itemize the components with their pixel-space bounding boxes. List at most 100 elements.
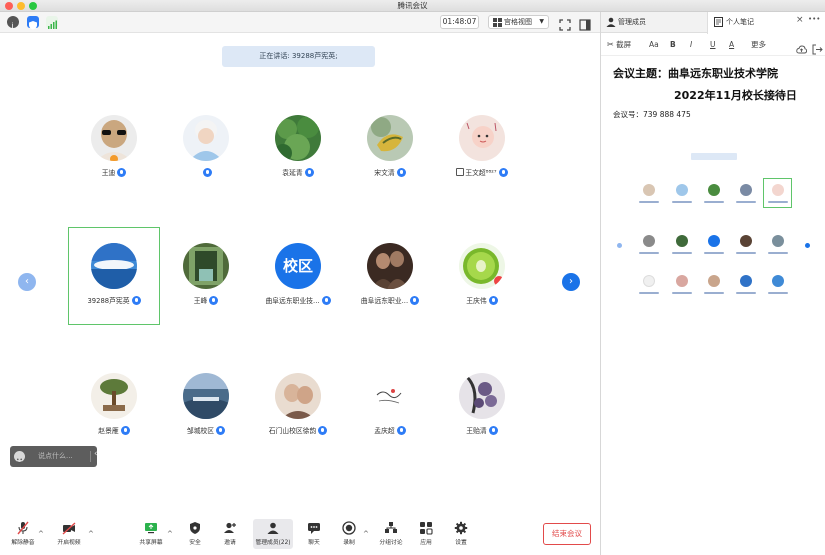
close-icon[interactable]: ×	[796, 15, 804, 25]
italic-button[interactable]: I	[690, 40, 692, 50]
chat-icon	[308, 523, 320, 534]
mic-icon	[117, 168, 127, 177]
tab-manage-members[interactable]: 管理成员	[601, 12, 707, 33]
tab-personal-notes[interactable]: 个人笔记 × •••	[707, 12, 825, 34]
info-icon[interactable]: i	[7, 16, 19, 31]
participant-tile[interactable]: 曲阜远东职业...	[344, 243, 436, 317]
signal-icon[interactable]	[46, 16, 58, 29]
mic-icon	[410, 296, 420, 305]
title-bar: 腾讯会议	[0, 0, 825, 12]
mini-avatar	[772, 184, 784, 196]
fullscreen-icon[interactable]	[559, 16, 571, 31]
mini-next-dot	[805, 243, 810, 248]
manage-members-button[interactable]: 管理成员(22)	[253, 516, 293, 552]
mini-label	[704, 201, 724, 203]
more-format-button[interactable]: 更多	[751, 40, 766, 50]
quick-chat-box[interactable]: 说点什么... ‹	[10, 446, 98, 467]
participant-tile[interactable]	[160, 115, 252, 189]
emoji-icon[interactable]	[14, 451, 25, 463]
participant-tile[interactable]: 袁延青	[252, 115, 344, 189]
participant-tile[interactable]: 宋文清	[344, 115, 436, 189]
participant-avatar	[459, 115, 505, 161]
participant-tile[interactable]: 石门山校区徐韵	[252, 373, 344, 447]
participant-tile[interactable]: 王文超⁸⁸²⁷	[436, 115, 528, 189]
end-meeting-button[interactable]: 结束会议	[543, 523, 591, 545]
invite-button[interactable]: 邀请	[210, 516, 250, 552]
mini-label	[639, 201, 659, 203]
mic-options-chevron-icon[interactable]: ^	[38, 530, 44, 538]
share-screen-button[interactable]: 共享屏幕	[131, 516, 171, 552]
underline-button[interactable]: U	[710, 40, 716, 50]
participant-name: 宋文清	[374, 169, 395, 177]
mini-label	[639, 252, 659, 254]
participant-tile[interactable]: 赵景雁	[68, 373, 160, 447]
mini-avatar	[676, 275, 688, 287]
meeting-top-bar: i 01:48:07 宫格视图 ▼	[0, 12, 600, 33]
participant-name: 王庆伟	[466, 297, 487, 305]
participant-tile[interactable]: 39288芦宪英	[68, 243, 160, 317]
share-options-chevron-icon[interactable]: ^	[167, 530, 173, 538]
cloud-upload-icon[interactable]	[796, 40, 807, 54]
mini-avatar	[643, 235, 655, 247]
view-mode-label: 宫格视图	[504, 18, 532, 26]
divider	[90, 451, 91, 462]
participant-tile[interactable]: 王庆伟	[436, 243, 528, 317]
participant-name: 王文超⁸⁸²⁷	[465, 169, 497, 177]
mic-icon	[498, 168, 508, 177]
participant-tile[interactable]: 王贻清	[436, 373, 528, 447]
more-icon[interactable]: •••	[808, 15, 820, 23]
participant-name: 39288芦宪英	[87, 297, 130, 305]
participant-avatar	[459, 243, 505, 289]
participant-avatar	[183, 115, 229, 161]
settings-button[interactable]: 设置	[441, 516, 481, 552]
note-screenshot-image	[613, 145, 813, 305]
screenshot-button[interactable]: ✂ 截屏	[607, 40, 631, 50]
mic-icon	[318, 426, 328, 435]
mini-avatar	[708, 235, 720, 247]
export-icon[interactable]	[812, 40, 823, 55]
record-icon	[342, 521, 356, 535]
mini-avatar	[643, 184, 655, 196]
participant-tile[interactable]: 王迪	[68, 115, 160, 189]
shield-icon[interactable]	[27, 16, 39, 30]
mini-avatar	[676, 235, 688, 247]
previous-page-button[interactable]: ‹	[18, 273, 36, 291]
next-page-button[interactable]: ›	[562, 273, 580, 291]
participant-name: 王峰	[193, 297, 208, 305]
participant-tile[interactable]: 校区 曲阜远东职业技...	[252, 243, 344, 317]
text-color-button[interactable]: A	[729, 40, 734, 50]
participant-name: 赵景雁	[98, 427, 119, 435]
mini-avatar	[772, 275, 784, 287]
scissors-icon: ✂	[607, 40, 614, 49]
mini-speaking-banner	[691, 153, 737, 160]
mini-avatar	[772, 235, 784, 247]
active-speaker-banner: 正在讲话: 39288芦宪英;	[222, 46, 375, 67]
font-size-button[interactable]: Aa	[649, 40, 659, 50]
mic-icon	[131, 296, 141, 305]
participant-tile[interactable]: 孟庆超	[344, 373, 436, 447]
share-screen-icon	[145, 523, 157, 534]
meeting-number: 会议号：739 888 475	[613, 110, 691, 119]
mini-prev-dot	[617, 243, 622, 248]
mic-icon	[216, 426, 226, 435]
members-icon	[267, 522, 279, 534]
bold-button[interactable]: B	[670, 40, 676, 50]
view-mode-select[interactable]: 宫格视图 ▼	[488, 15, 549, 29]
unmute-button[interactable]: 解除静音	[3, 516, 43, 552]
collapse-chat-icon[interactable]: ‹	[94, 449, 98, 459]
participant-name: 曲阜远东职业...	[360, 297, 409, 305]
participant-avatar	[367, 115, 413, 161]
sidebar-toggle-icon[interactable]	[579, 16, 591, 31]
mini-avatar	[708, 184, 720, 196]
participant-tile[interactable]: 王峰	[160, 243, 252, 317]
video-options-chevron-icon[interactable]: ^	[88, 530, 94, 538]
start-video-button[interactable]: 开启视频	[49, 516, 89, 552]
participant-tile[interactable]: 邹城校区	[160, 373, 252, 447]
participant-name: 王贻清	[466, 427, 487, 435]
chat-input-placeholder[interactable]: 说点什么...	[38, 446, 73, 467]
participant-avatar	[459, 373, 505, 419]
mini-label	[736, 292, 756, 294]
record-options-chevron-icon[interactable]: ^	[363, 530, 369, 538]
camera-off-icon	[62, 522, 76, 535]
mic-icon	[396, 426, 406, 435]
